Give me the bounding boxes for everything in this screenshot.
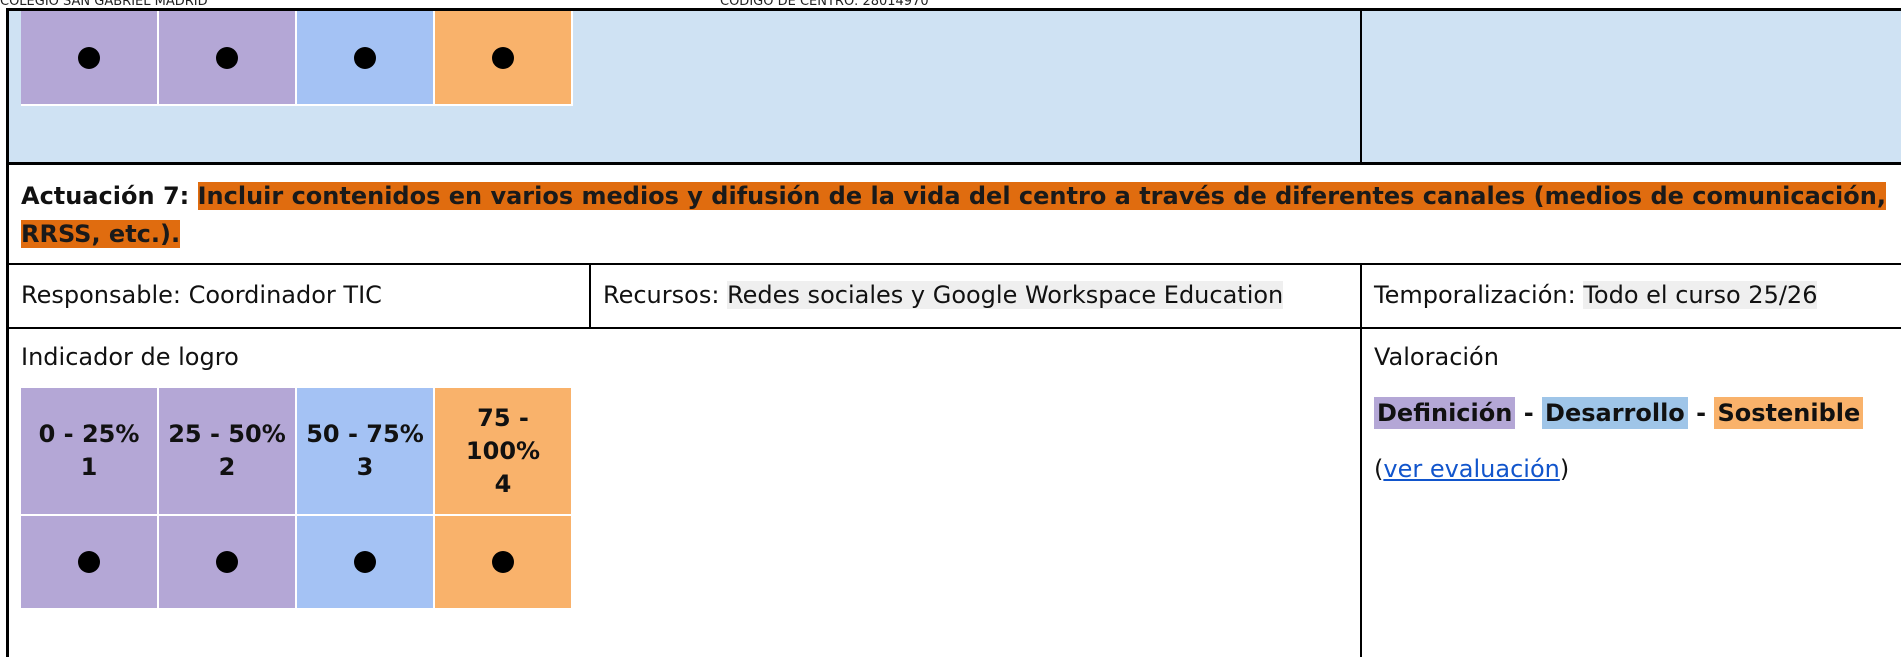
ver-evaluacion-link[interactable]: ver evaluación: [1383, 455, 1559, 483]
actuacion-text: Incluir contenidos en varios medios y di…: [21, 182, 1886, 248]
recursos-cell: Recursos: Redes sociales y Google Worksp…: [589, 265, 1360, 327]
separator: -: [1696, 399, 1707, 427]
tag-sostenible: Sostenible: [1714, 397, 1864, 429]
responsable-value: Coordinador TIC: [188, 281, 382, 309]
paren-close: ): [1559, 455, 1570, 483]
level-1-range: 0 - 25%: [38, 420, 140, 448]
valoracion-cell: Valoración Definición - Desarrollo - Sos…: [1360, 329, 1901, 657]
responsable-label: Responsable:: [21, 281, 181, 309]
temporalizacion-cell: Temporalización: Todo el curso 25/26: [1360, 265, 1901, 327]
recursos-label: Recursos:: [603, 281, 720, 309]
level-1-header: 0 - 25% 1: [21, 388, 159, 516]
dot-icon: [216, 551, 238, 573]
valoracion-label: Valoración: [1374, 343, 1499, 371]
valoracion-scale: Definición - Desarrollo - Sostenible: [1374, 393, 1892, 433]
level-2-mark: [159, 516, 297, 608]
level-3-number: 3: [356, 453, 374, 481]
separator: -: [1523, 399, 1534, 427]
dot-icon: [354, 46, 376, 69]
tag-definicion: Definición: [1374, 397, 1516, 429]
dot-icon: [216, 46, 238, 69]
indicador-grid: 0 - 25% 1 25 - 50% 2 50 - 75% 3 75 - 100% 4: [21, 388, 573, 608]
level-2-number: 2: [218, 453, 236, 481]
level-4-mark: [435, 516, 573, 608]
dot-icon: [492, 46, 514, 69]
actuacion-title-row: Actuación 7: Incluir contenidos en vario…: [6, 165, 1901, 265]
level-3-range: 50 - 75%: [306, 420, 424, 448]
level-1-number: 1: [80, 453, 98, 481]
evaluation-row: Indicador de logro 0 - 25% 1 25 - 50% 2 50…: [6, 329, 1901, 657]
dot-icon: [354, 551, 376, 573]
previous-level-grid: [21, 11, 573, 106]
level-2-range: 25 - 50%: [168, 420, 286, 448]
dot-icon: [492, 551, 514, 573]
temporalizacion-value: Todo el curso 25/26: [1583, 281, 1818, 309]
page-header: COLEGIO SAN GABRIEL MADRID CÓDIGO DE CEN…: [0, 0, 1901, 9]
indicador-cell: Indicador de logro 0 - 25% 1 25 - 50% 2 50…: [9, 329, 1360, 657]
level-3-header: 50 - 75% 3: [297, 388, 435, 516]
level-4-number: 4: [494, 469, 512, 498]
tag-desarrollo: Desarrollo: [1542, 397, 1688, 429]
actuacion-table: Actuación 7: Incluir contenidos en vario…: [6, 8, 1901, 657]
responsable-cell: Responsable: Coordinador TIC: [9, 265, 589, 327]
previous-valoracion-cell: [1360, 11, 1901, 162]
indicador-label: Indicador de logro: [21, 343, 239, 371]
previous-indicator-cell: [9, 11, 1360, 162]
level-3-mark: [297, 516, 435, 608]
dot-icon: [78, 551, 100, 573]
info-row: Responsable: Coordinador TIC Recursos: R…: [6, 265, 1901, 329]
evaluation-link-line: (ver evaluación): [1374, 449, 1892, 489]
paren-open: (: [1374, 455, 1384, 483]
dot-icon: [78, 46, 100, 69]
recursos-value: Redes sociales y Google Workspace Educat…: [727, 281, 1284, 309]
level-2-mark: [159, 11, 297, 106]
previous-row: [6, 8, 1901, 165]
temporalizacion-label: Temporalización:: [1374, 281, 1576, 309]
actuacion-label: Actuación 7:: [21, 182, 190, 210]
level-3-mark: [297, 11, 435, 106]
level-1-mark: [21, 516, 159, 608]
level-4-mark: [435, 11, 573, 106]
level-4-range: 75 - 100%: [465, 403, 541, 465]
level-2-header: 25 - 50% 2: [159, 388, 297, 516]
level-4-header: 75 - 100% 4: [435, 388, 573, 516]
level-1-mark: [21, 11, 159, 106]
